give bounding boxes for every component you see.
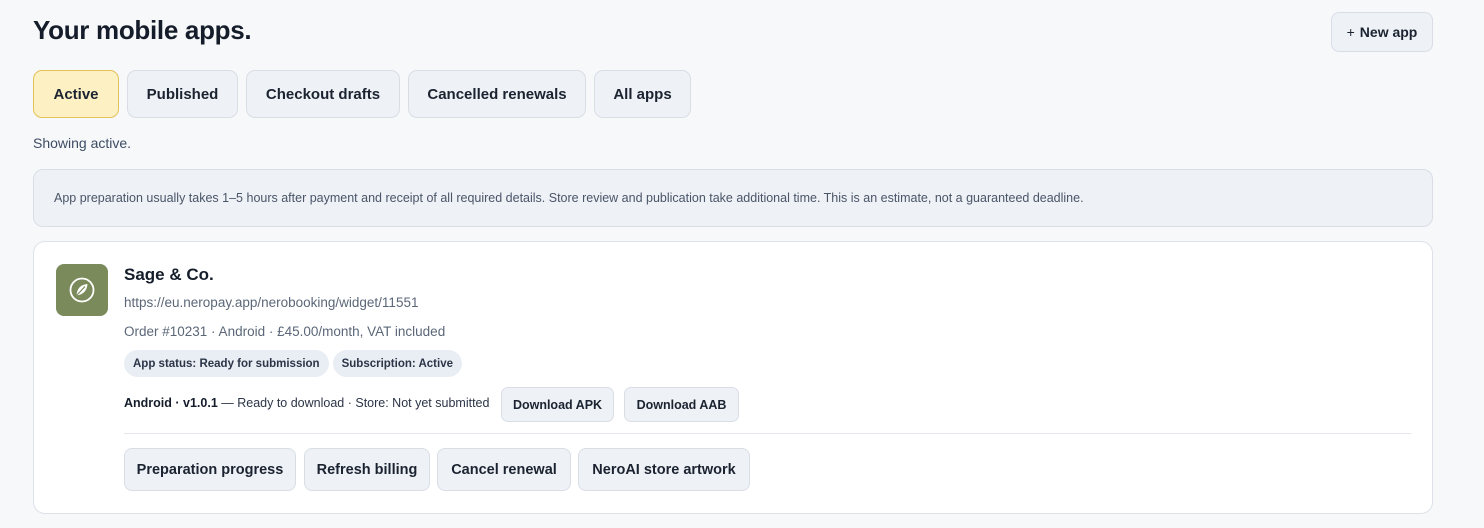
filter-status-text: Showing active. [33,135,132,151]
plus-icon: + [1346,24,1355,40]
download-apk-button[interactable]: Download APK [501,387,614,422]
app-card: Sage & Co. https://eu.neropay.app/nerobo… [33,241,1433,514]
page-title: Your mobile apps. [33,15,252,45]
tab-checkout-drafts[interactable]: Checkout drafts [246,70,400,118]
release-status: — Ready to download · Store: Not yet sub… [217,396,490,410]
status-badges: App status: Ready for submission Subscri… [124,350,462,377]
refresh-billing-button[interactable]: Refresh billing [304,448,430,491]
app-icon [56,264,108,316]
store-artwork-button[interactable]: NeroAI store artwork [578,448,750,491]
subscription-badge: Subscription: Active [332,350,462,377]
release-info: Android · v1.0.1 — Ready to download · S… [124,396,489,410]
new-app-label: New app [1359,24,1418,40]
mobile-apps-page: Your mobile apps. + New app Active Publi… [0,0,1484,528]
tab-cancelled-renewals[interactable]: Cancelled renewals [408,70,586,118]
tab-all-apps[interactable]: All apps [594,70,691,118]
app-url: https://eu.neropay.app/nerobooking/widge… [124,295,419,310]
order-details: Order #10231 · Android · £45.00/month, V… [124,324,446,339]
new-app-button[interactable]: + New app [1331,12,1433,52]
preparation-notice: App preparation usually takes 1–5 hours … [33,169,1433,227]
app-name: Sage & Co. [124,265,214,284]
divider [124,433,1411,434]
notice-text: App preparation usually takes 1–5 hours … [54,191,1084,205]
release-version: Android · v1.0.1 [124,396,218,410]
app-status-badge: App status: Ready for submission [124,350,329,377]
leaf-icon [69,277,95,303]
preparation-progress-button[interactable]: Preparation progress [124,448,296,491]
cancel-renewal-button[interactable]: Cancel renewal [437,448,571,491]
download-aab-button[interactable]: Download AAB [624,387,739,422]
tab-published[interactable]: Published [127,70,238,118]
tab-active[interactable]: Active [33,70,119,118]
